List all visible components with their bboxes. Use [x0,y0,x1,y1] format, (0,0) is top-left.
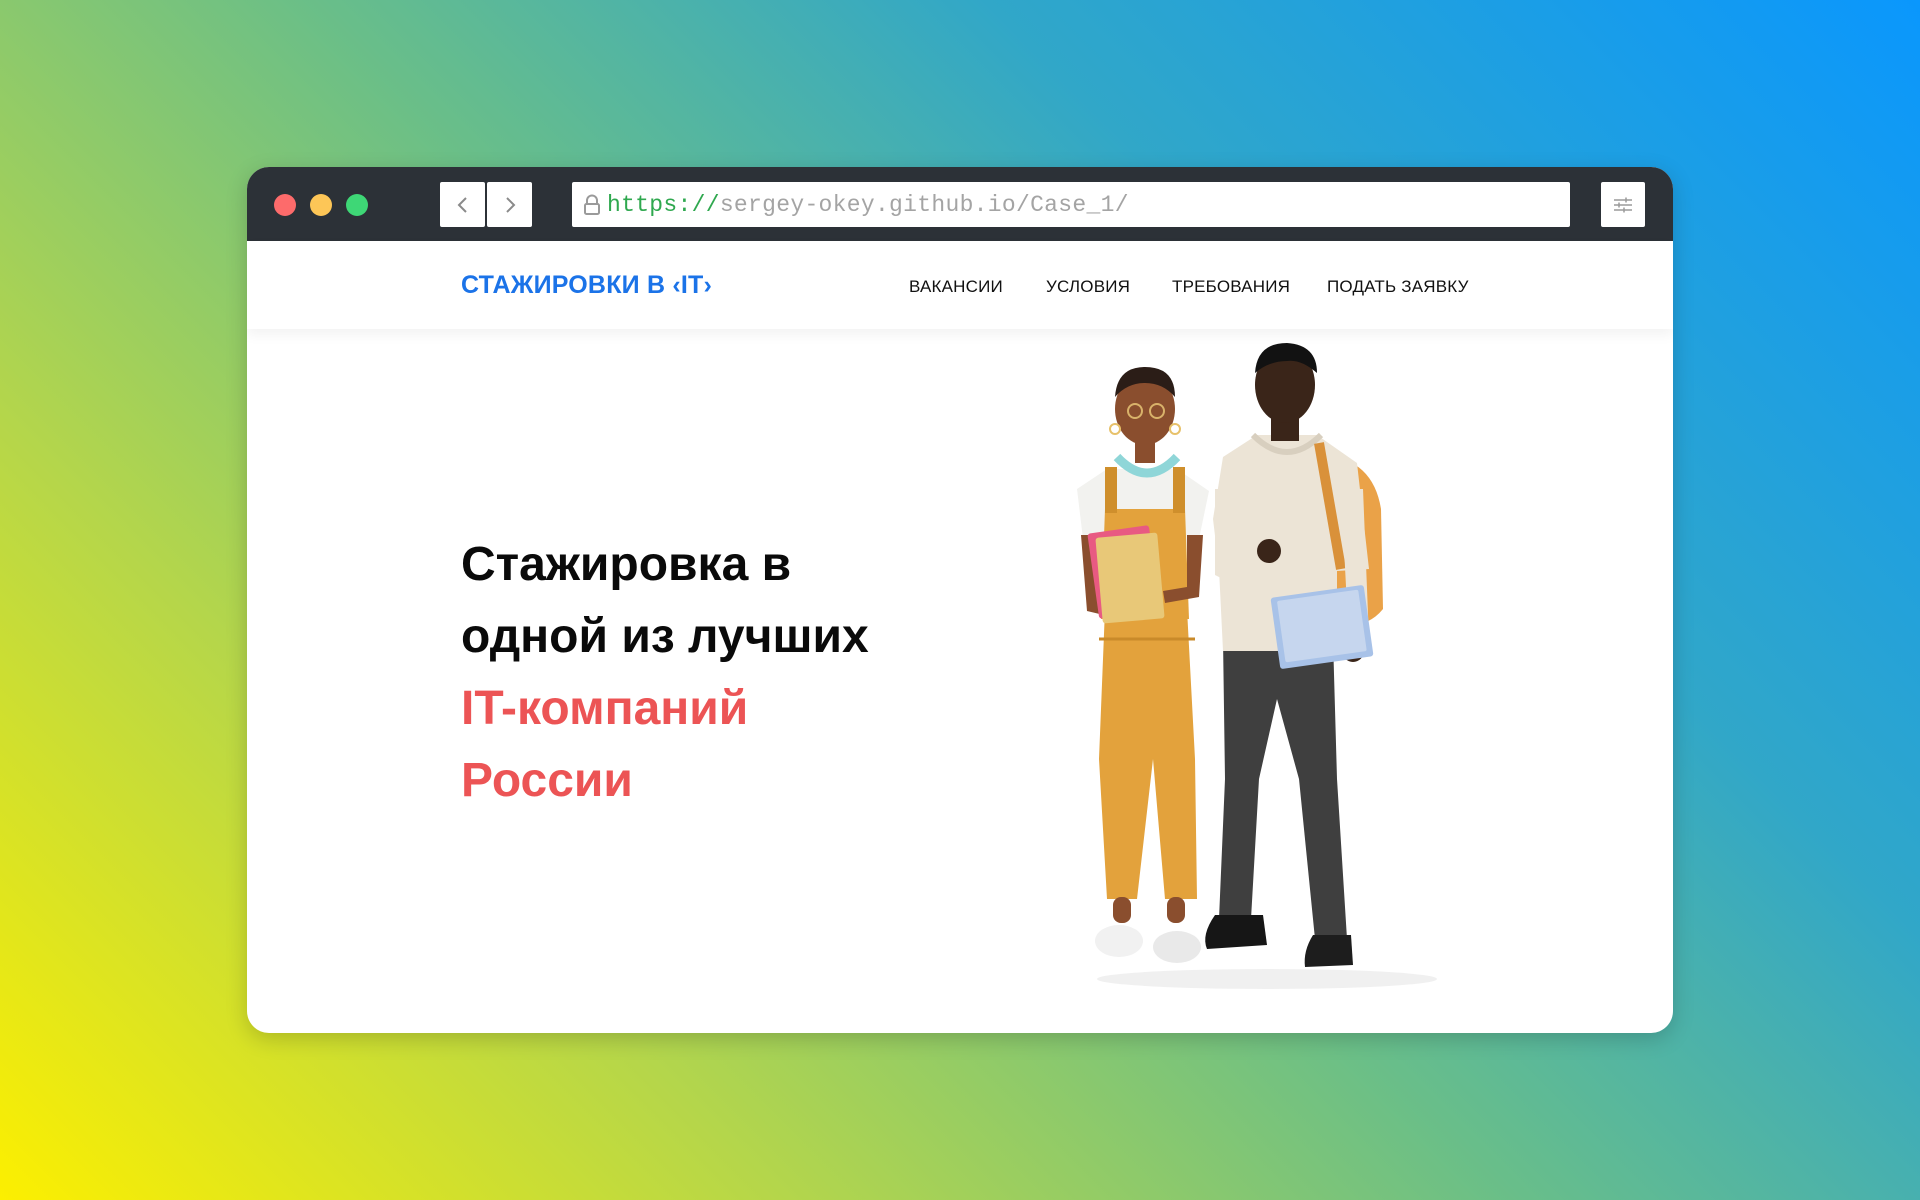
url-protocol: https:// [607,191,720,218]
hero-title-line2: одной из лучших [461,610,869,663]
url-path: sergey-okey.github.io/Case_1/ [719,191,1129,218]
student-boy-figure [1205,343,1383,967]
hero-title-accent-line1: IT-компаний [461,682,749,735]
hero-title-accent-line2: России [461,754,633,807]
back-button[interactable] [440,182,485,227]
ground-shadow [1097,969,1437,989]
student-girl-figure [1077,367,1209,963]
address-bar[interactable]: https://sergey-okey.github.io/Case_1/ [572,182,1570,227]
url-text: https://sergey-okey.github.io/Case_1/ [607,192,1129,218]
close-window-button[interactable] [274,194,296,216]
site-header: СТАЖИРОВКИ В ‹IT› ВАКАНСИИ УСЛОВИЯ ТРЕБО… [247,241,1673,329]
hero-title-line1: Стажировка в [461,538,792,591]
browser-window: https://sergey-okey.github.io/Case_1/ СТ… [247,167,1673,1033]
chevron-right-icon [505,196,515,213]
lock-icon [581,193,603,217]
maximize-window-button[interactable] [346,194,368,216]
site-logo[interactable]: СТАЖИРОВКИ В ‹IT› [461,271,712,300]
nav-requirements[interactable]: ТРЕБОВАНИЯ [1172,277,1290,297]
minimize-window-button[interactable] [310,194,332,216]
browser-menu-button[interactable] [1601,182,1645,227]
sliders-icon [1614,197,1632,212]
nav-conditions[interactable]: УСЛОВИЯ [1046,277,1130,297]
students-illustration [1077,343,1437,989]
forward-button[interactable] [487,182,532,227]
browser-titlebar: https://sergey-okey.github.io/Case_1/ [247,167,1673,241]
nav-apply[interactable]: ПОДАТЬ ЗАЯВКУ [1327,277,1469,297]
hero-title: Стажировка в одной из лучших IT-компаний… [461,529,921,817]
hero-section: Стажировка в одной из лучших IT-компаний… [247,329,1673,1033]
chevron-left-icon [457,196,467,213]
nav-vacancies[interactable]: ВАКАНСИИ [909,277,1003,297]
